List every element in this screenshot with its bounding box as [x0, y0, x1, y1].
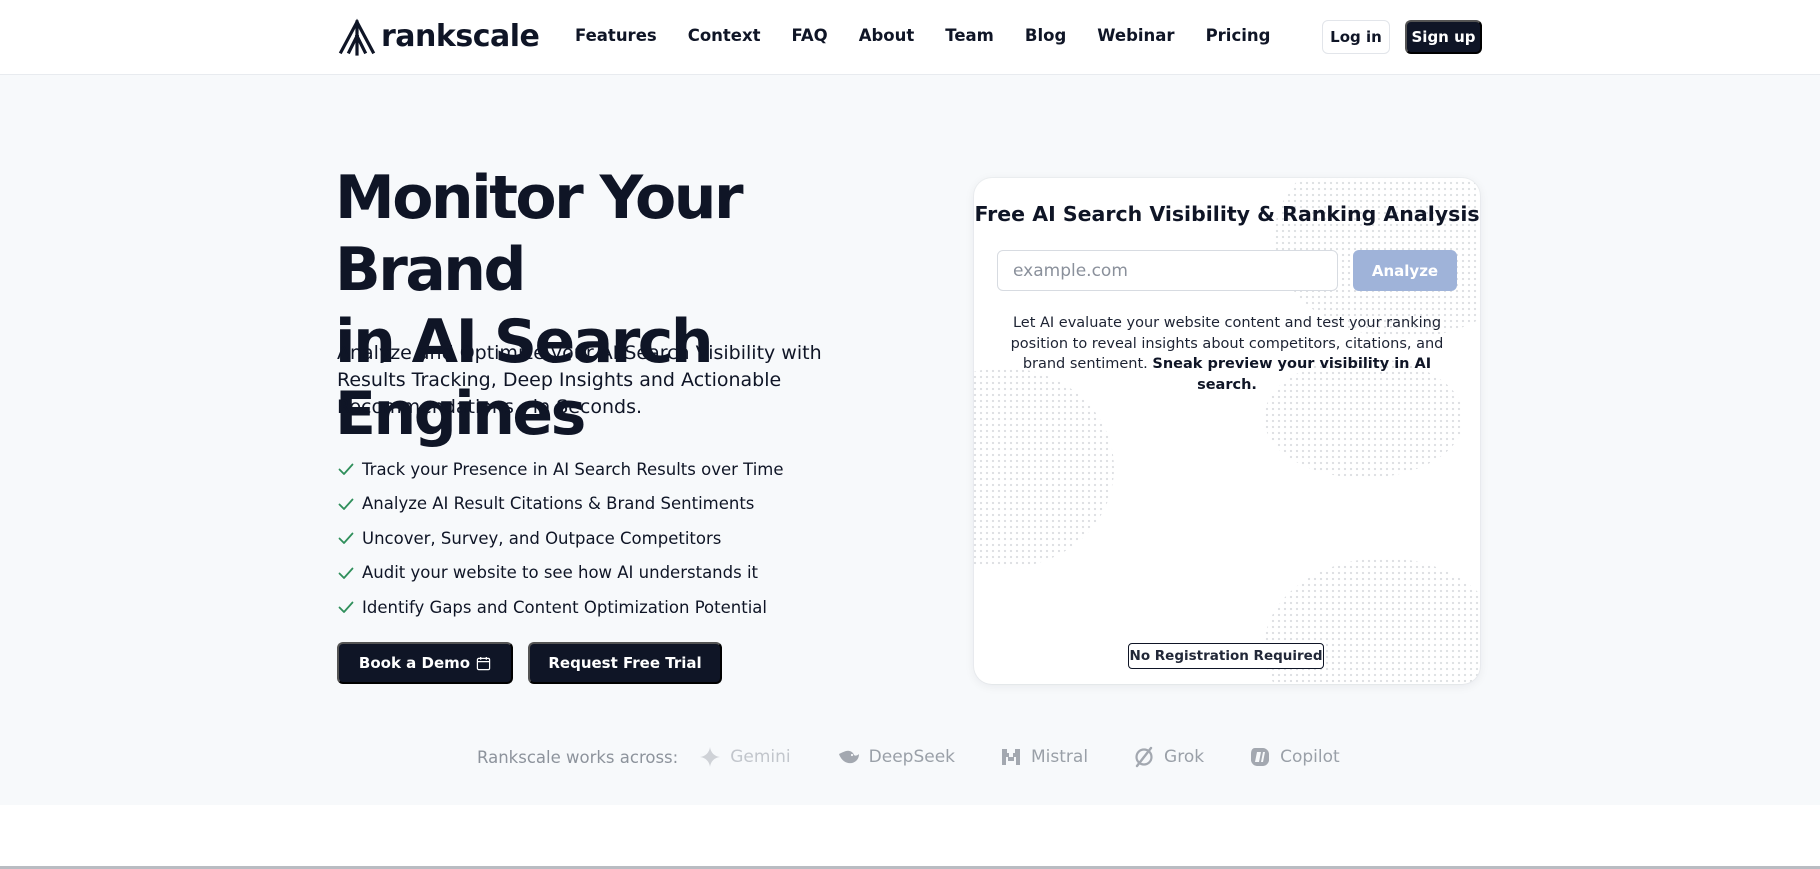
nav-link-webinar[interactable]: Webinar — [1097, 26, 1174, 45]
grok-icon — [1135, 746, 1153, 768]
login-button[interactable]: Log in — [1322, 20, 1390, 54]
provider-mistral: Mistral — [999, 745, 1088, 769]
provider-grok: Grok — [1132, 745, 1204, 769]
dot-pattern-decoration — [974, 368, 1114, 568]
feature-text: Identify Gaps and Content Optimization P… — [362, 597, 767, 617]
primary-nav: Features Context FAQ About Team Blog Web… — [575, 26, 1301, 45]
check-icon — [338, 601, 354, 614]
website-url-input[interactable] — [997, 250, 1338, 291]
no-registration-badge: No Registration Required — [1128, 643, 1324, 669]
feature-item: Track your Presence in AI Search Results… — [337, 452, 784, 487]
provider-copilot: Copilot — [1248, 745, 1340, 769]
feature-text: Uncover, Survey, and Outpace Competitors — [362, 528, 722, 548]
feature-item: Audit your website to see how AI underst… — [337, 556, 784, 591]
card-description-bold: Sneak preview your visibility in AI sear… — [1152, 356, 1432, 393]
check-icon — [338, 532, 354, 545]
provider-name: Mistral — [1031, 747, 1089, 767]
feature-text: Analyze AI Result Citations & Brand Sent… — [362, 494, 755, 514]
deepseek-icon — [838, 750, 859, 764]
works-across-row: Rankscale works across: Gemini DeepSeek … — [477, 744, 1384, 770]
nav-link-about[interactable]: About — [859, 26, 915, 45]
card-title: Free AI Search Visibility & Ranking Anal… — [974, 202, 1480, 226]
signup-button[interactable]: Sign up — [1405, 20, 1482, 54]
analyze-button[interactable]: Analyze — [1353, 250, 1457, 291]
nav-link-blog[interactable]: Blog — [1025, 26, 1066, 45]
copilot-icon — [1251, 748, 1270, 766]
nav-link-team[interactable]: Team — [945, 26, 994, 45]
feature-item: Identify Gaps and Content Optimization P… — [337, 590, 784, 625]
nav-link-faq[interactable]: FAQ — [792, 26, 828, 45]
book-demo-label: Book a Demo — [358, 654, 471, 672]
provider-name: Copilot — [1280, 747, 1340, 767]
top-navigation: rankscale Features Context FAQ About Tea… — [0, 0, 1820, 75]
hero-subtitle: Analyze and Optimize your AI Search Visi… — [337, 342, 822, 418]
feature-list: Track your Presence in AI Search Results… — [337, 452, 784, 625]
lower-section — [0, 805, 1820, 869]
check-icon — [338, 567, 354, 579]
hero-title-line-1: Monitor Your Brand — [335, 163, 744, 305]
feature-item: Uncover, Survey, and Outpace Competitors — [337, 521, 784, 556]
cta-row: Book a Demo Request Free Trial — [337, 642, 722, 684]
nav-link-pricing[interactable]: Pricing — [1206, 26, 1271, 45]
provider-name: Gemini — [730, 747, 791, 767]
works-across-label: Rankscale works across: — [477, 747, 679, 767]
feature-text: Audit your website to see how AI underst… — [362, 563, 758, 583]
provider-name: Grok — [1164, 747, 1205, 767]
nav-link-features[interactable]: Features — [575, 26, 657, 45]
brand-name: rankscale — [381, 18, 540, 54]
nav-link-context[interactable]: Context — [688, 26, 761, 45]
provider-deepseek: DeepSeek — [837, 745, 955, 769]
gemini-icon — [700, 747, 721, 767]
rankscale-logo-icon — [338, 18, 376, 56]
feature-item: Analyze AI Result Citations & Brand Sent… — [337, 487, 784, 522]
check-icon — [338, 498, 354, 510]
request-trial-button[interactable]: Request Free Trial — [528, 642, 722, 684]
calendar-icon — [476, 656, 491, 670]
check-icon — [338, 463, 354, 476]
analysis-card: Free AI Search Visibility & Ranking Anal… — [974, 178, 1480, 684]
book-demo-button[interactable]: Book a Demo — [337, 642, 513, 684]
feature-text: Track your Presence in AI Search Results… — [362, 459, 784, 479]
brand-logo[interactable]: rankscale — [337, 16, 540, 56]
card-description: Let AI evaluate your website content and… — [1008, 313, 1446, 395]
provider-name: DeepSeek — [868, 747, 955, 767]
provider-gemini: Gemini — [698, 745, 791, 769]
mistral-icon — [1002, 749, 1020, 765]
